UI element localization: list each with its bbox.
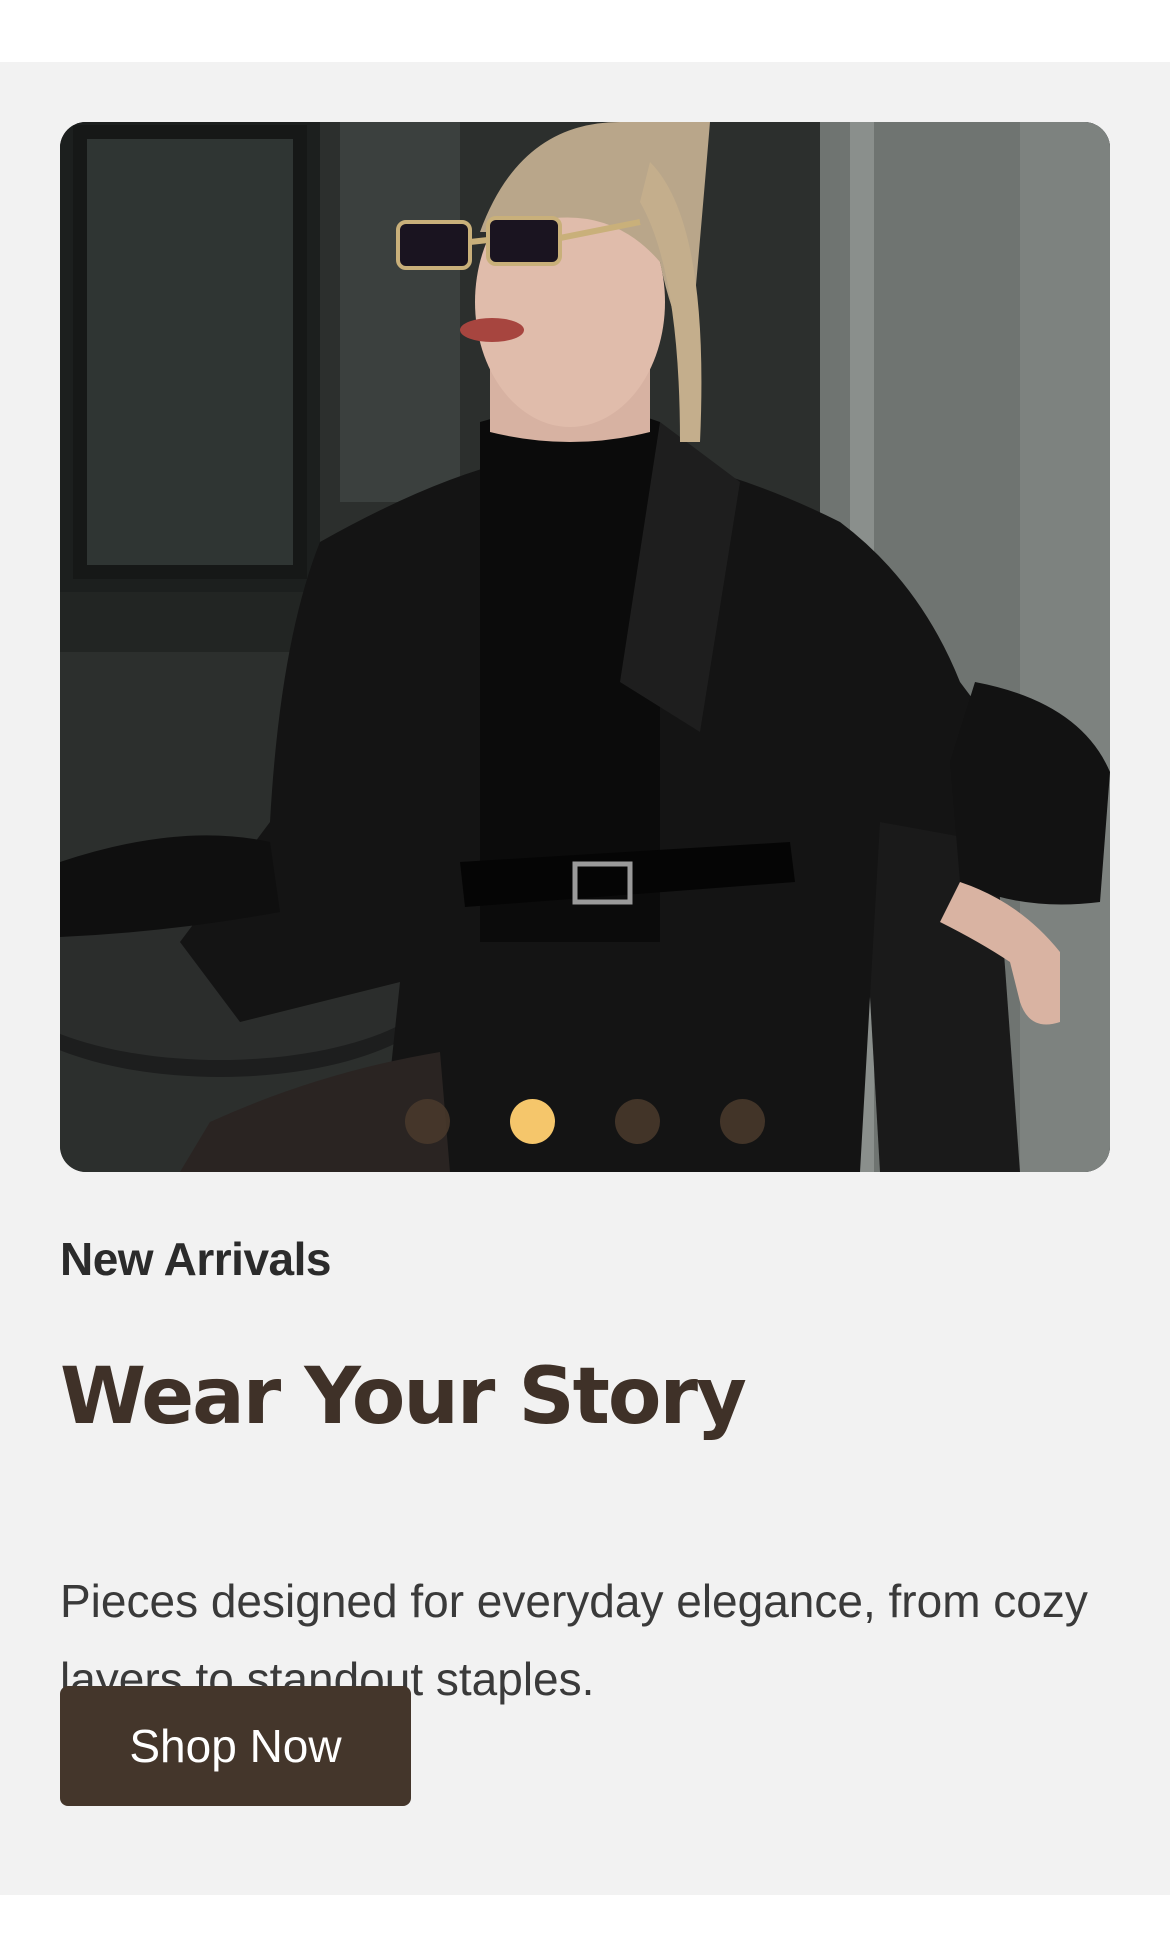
hero-section: New Arrivals Wear Your Story Pieces desi… [0,62,1170,1895]
carousel-dots [60,1099,1110,1144]
hero-photo-illustration [60,122,1110,1172]
carousel-dot-4[interactable] [720,1099,765,1144]
carousel-dot-2[interactable] [510,1099,555,1144]
hero-image [60,122,1110,1172]
shop-now-button[interactable]: Shop Now [60,1686,411,1806]
page-title: Wear Your Story [60,1352,747,1442]
eyebrow-label: New Arrivals [60,1233,332,1285]
carousel-dot-3[interactable] [615,1099,660,1144]
carousel-dot-1[interactable] [405,1099,450,1144]
